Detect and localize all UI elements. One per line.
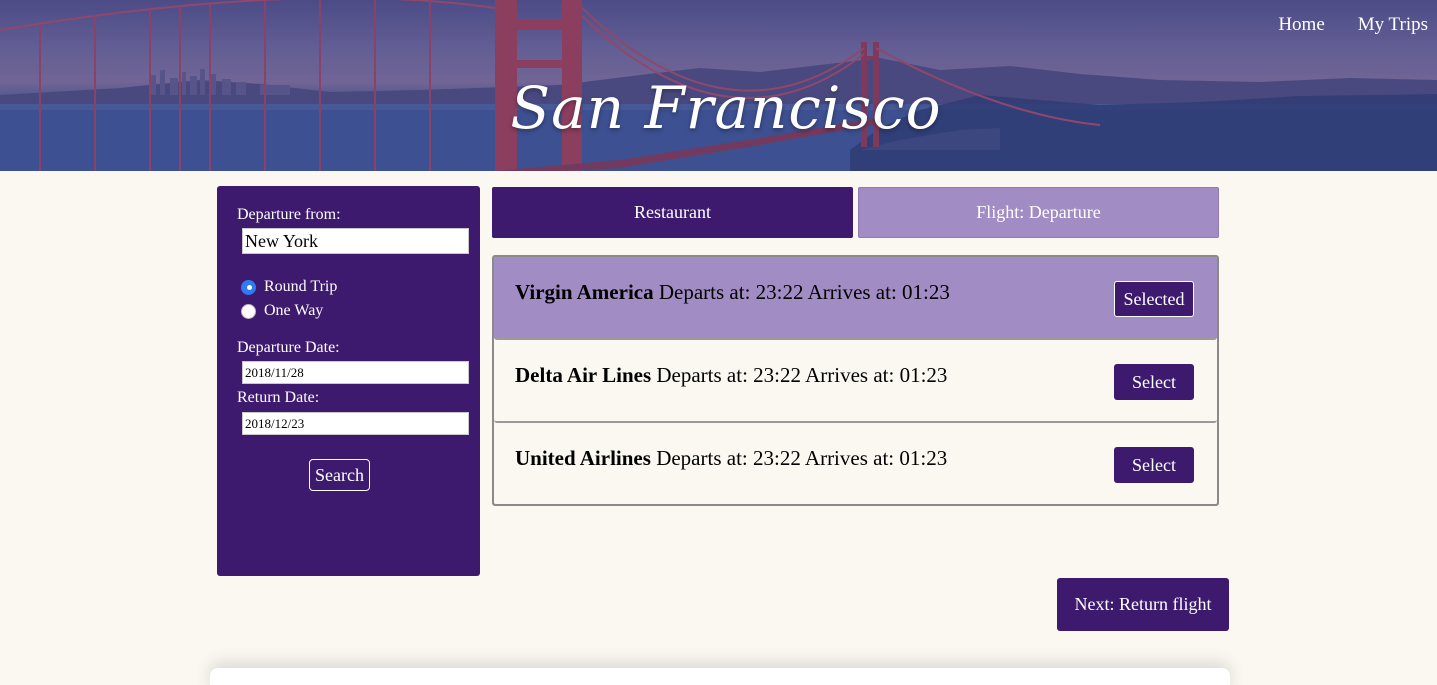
flight-row: Virgin America Departs at: 23:22 Arrives… xyxy=(494,257,1217,340)
select-button[interactable]: Select xyxy=(1114,447,1194,483)
flight-row: Delta Air Lines Departs at: 23:22 Arrive… xyxy=(494,340,1217,423)
round-trip-label: Round Trip xyxy=(264,278,338,295)
flight-info: Delta Air Lines Departs at: 23:22 Arrive… xyxy=(515,363,947,388)
departure-date-input[interactable]: 2018/11/28 xyxy=(242,361,469,384)
top-nav: Home My Trips xyxy=(1278,14,1428,36)
flight-times: Departs at: 23:22 Arrives at: 01:23 xyxy=(650,446,948,470)
departure-from-input[interactable]: New York xyxy=(242,228,469,254)
nav-home-link[interactable]: Home xyxy=(1278,14,1324,36)
return-date-label: Return Date: xyxy=(237,389,320,406)
next-return-flight-button[interactable]: Next: Return flight xyxy=(1057,578,1229,631)
selected-button[interactable]: Selected xyxy=(1114,281,1194,317)
flight-list: Virgin America Departs at: 23:22 Arrives… xyxy=(492,255,1219,506)
tab-restaurant[interactable]: Restaurant xyxy=(492,187,853,238)
radio-selected-icon xyxy=(241,279,256,295)
search-button[interactable]: Search xyxy=(309,459,370,491)
flight-info: United Airlines Departs at: 23:22 Arrive… xyxy=(515,446,947,471)
return-date-input[interactable]: 2018/12/23 xyxy=(242,412,469,435)
airline-name: United Airlines xyxy=(515,446,651,470)
tab-flight-departure[interactable]: Flight: Departure xyxy=(858,187,1219,238)
hero-banner: San Francisco Home My Trips xyxy=(0,0,1437,171)
one-way-radio[interactable]: One Way xyxy=(241,302,323,320)
nav-my-trips-link[interactable]: My Trips xyxy=(1358,14,1428,36)
departure-date-label: Departure Date: xyxy=(237,339,340,356)
flight-times: Departs at: 23:22 Arrives at: 01:23 xyxy=(653,280,950,304)
footer-card-edge xyxy=(210,668,1230,685)
round-trip-radio[interactable]: Round Trip xyxy=(241,278,337,296)
flight-info: Virgin America Departs at: 23:22 Arrives… xyxy=(515,280,950,305)
departure-from-label: Departure from: xyxy=(237,206,341,223)
select-button[interactable]: Select xyxy=(1114,364,1194,400)
airline-name: Virgin America xyxy=(515,280,654,304)
flight-times: Departs at: 23:22 Arrives at: 01:23 xyxy=(651,363,948,387)
flight-row: United Airlines Departs at: 23:22 Arrive… xyxy=(494,423,1217,504)
airline-name: Delta Air Lines xyxy=(515,363,652,387)
radio-unselected-icon xyxy=(241,303,256,319)
one-way-label: One Way xyxy=(264,302,324,319)
search-panel: Departure from: New York Round Trip One … xyxy=(217,186,480,576)
page-title: San Francisco xyxy=(510,74,942,142)
